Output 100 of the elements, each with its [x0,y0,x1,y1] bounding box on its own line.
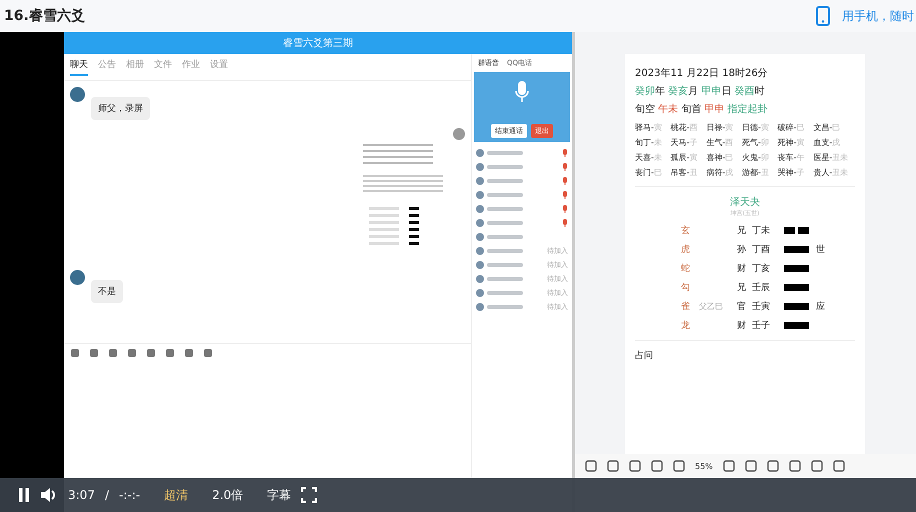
shensha-value: 丑 [760,168,769,177]
blurred-name-drawing [487,151,523,155]
ganzhi-text: 甲申 [701,86,722,97]
muted-mic-icon [562,205,568,213]
shensha-name: 驿马- [635,123,654,132]
shensha-name: 日德- [742,123,761,132]
current-time: 3:07 [68,488,95,502]
blurred-name-drawing [487,305,523,309]
speed-button[interactable]: 2.0倍 [212,486,244,504]
shensha-name: 医星- [813,153,832,162]
relative: 财 [737,262,746,275]
blurred-name-drawing [487,165,523,169]
shensha-name: 日禄- [706,123,726,132]
relative: 兄 [737,282,746,294]
six-god: 勾 [681,282,691,294]
muted-mic-icon [562,219,568,227]
void-text: 旬空 [635,104,656,115]
blurred-name-drawing [487,235,523,239]
toolbar-icon[interactable] [651,460,663,472]
relative: 兄 [737,224,746,237]
toolbar-icon[interactable] [766,460,779,472]
shensha-name: 吊客- [670,168,690,177]
chat-tab[interactable]: 相册 [126,58,144,76]
muted-mic-icon [562,149,568,157]
branch: 壬辰 [752,282,771,294]
course-title: 16.睿雪六爻 [4,7,85,25]
subtitles-button[interactable]: 字幕 [267,486,292,504]
yin-line-drawing [784,227,809,234]
shensha-name: 天马- [670,138,690,147]
branch: 丁未 [752,224,771,237]
hexagram-name: 泽天夬 [729,196,761,209]
toolbar-icon[interactable] [629,460,641,472]
shensha-value: 巳 [832,123,840,132]
void-text: 旬首 [680,104,702,115]
six-god: 虎 [681,244,691,256]
shensha-name: 死神- [778,138,797,147]
window-title: 睿雪六爻第三期 [283,36,353,50]
duration: -:-:- [119,488,140,502]
ganzhi-text: 癸亥 [668,86,688,97]
blurred-name-drawing [487,263,523,267]
toolbar-icon[interactable] [744,460,757,472]
relative: 财 [737,320,746,332]
blurred-name-drawing [487,249,523,253]
mobile-link[interactable]: 用手机，随时 [842,8,914,24]
time-separator: / [104,488,109,502]
microphone-icon [514,80,530,104]
ganzhi-text: 日 [721,86,732,97]
shensha-value: 丑 [690,168,698,177]
toolbar-icon[interactable] [722,460,735,472]
toolbar-icon[interactable] [810,460,823,472]
shensha-value: 丑未 [832,168,848,177]
shensha-value: 未 [654,153,662,162]
relative: 官 [737,300,746,313]
shensha-value: 寅 [690,153,698,162]
shensha-value: 酉 [690,123,698,132]
shensha-value: 寅 [654,123,662,132]
ganzhi-text: 年 [655,86,666,97]
volume-icon[interactable] [40,487,58,503]
chat-tab[interactable]: 聊天 [70,58,88,76]
message-bubble: 不是 [91,280,123,303]
zoom-level: 55% [695,462,713,470]
line-marker: 应 [816,302,825,312]
blurred-name-drawing [487,277,523,281]
ganzhi-text: 癸酉 [734,86,755,97]
phone-icon[interactable] [816,6,830,26]
branch: 丁酉 [752,244,771,256]
shensha-value: 戌 [832,138,840,147]
shensha-name: 生气- [706,138,726,147]
quality-button[interactable]: 超清 [164,486,188,504]
void-text: 指定起卦 [726,104,768,115]
avatar[interactable] [70,87,85,102]
avatar[interactable] [70,270,85,285]
fullscreen-icon[interactable] [301,487,318,503]
void-text: 甲申 [704,104,725,115]
relative: 孙 [737,244,746,256]
blurred-name-drawing [487,193,523,197]
muted-mic-icon [562,177,568,185]
shensha-name: 喜神- [706,153,726,162]
blurred-name-drawing [487,179,523,183]
shensha-name: 血支- [813,138,832,147]
toolbar-icon[interactable] [607,460,619,472]
shensha-name: 孤辰- [670,153,690,162]
toolbar-icon[interactable] [585,460,597,472]
toolbar-icon[interactable] [832,460,845,472]
shensha-value: 午 [796,153,805,162]
avatar[interactable] [453,128,465,140]
chat-tab[interactable]: 公告 [98,58,116,76]
shensha-value: 戌 [725,168,734,177]
shensha-name: 破碎- [778,123,797,132]
ganzhi-text: 月 [688,86,700,97]
ganzhi-text: 时 [754,86,765,97]
blurred-name-drawing [487,207,523,211]
shensha-value: 巳 [654,168,662,177]
muted-mic-icon [562,163,568,171]
toolbar-icon[interactable] [673,460,685,472]
toolbar-icon[interactable] [788,460,801,472]
branch: 丁亥 [752,262,771,275]
message-bubble: 师父，录屏 [91,97,150,120]
shensha-name: 天喜- [635,153,654,162]
pause-icon[interactable] [18,488,30,502]
